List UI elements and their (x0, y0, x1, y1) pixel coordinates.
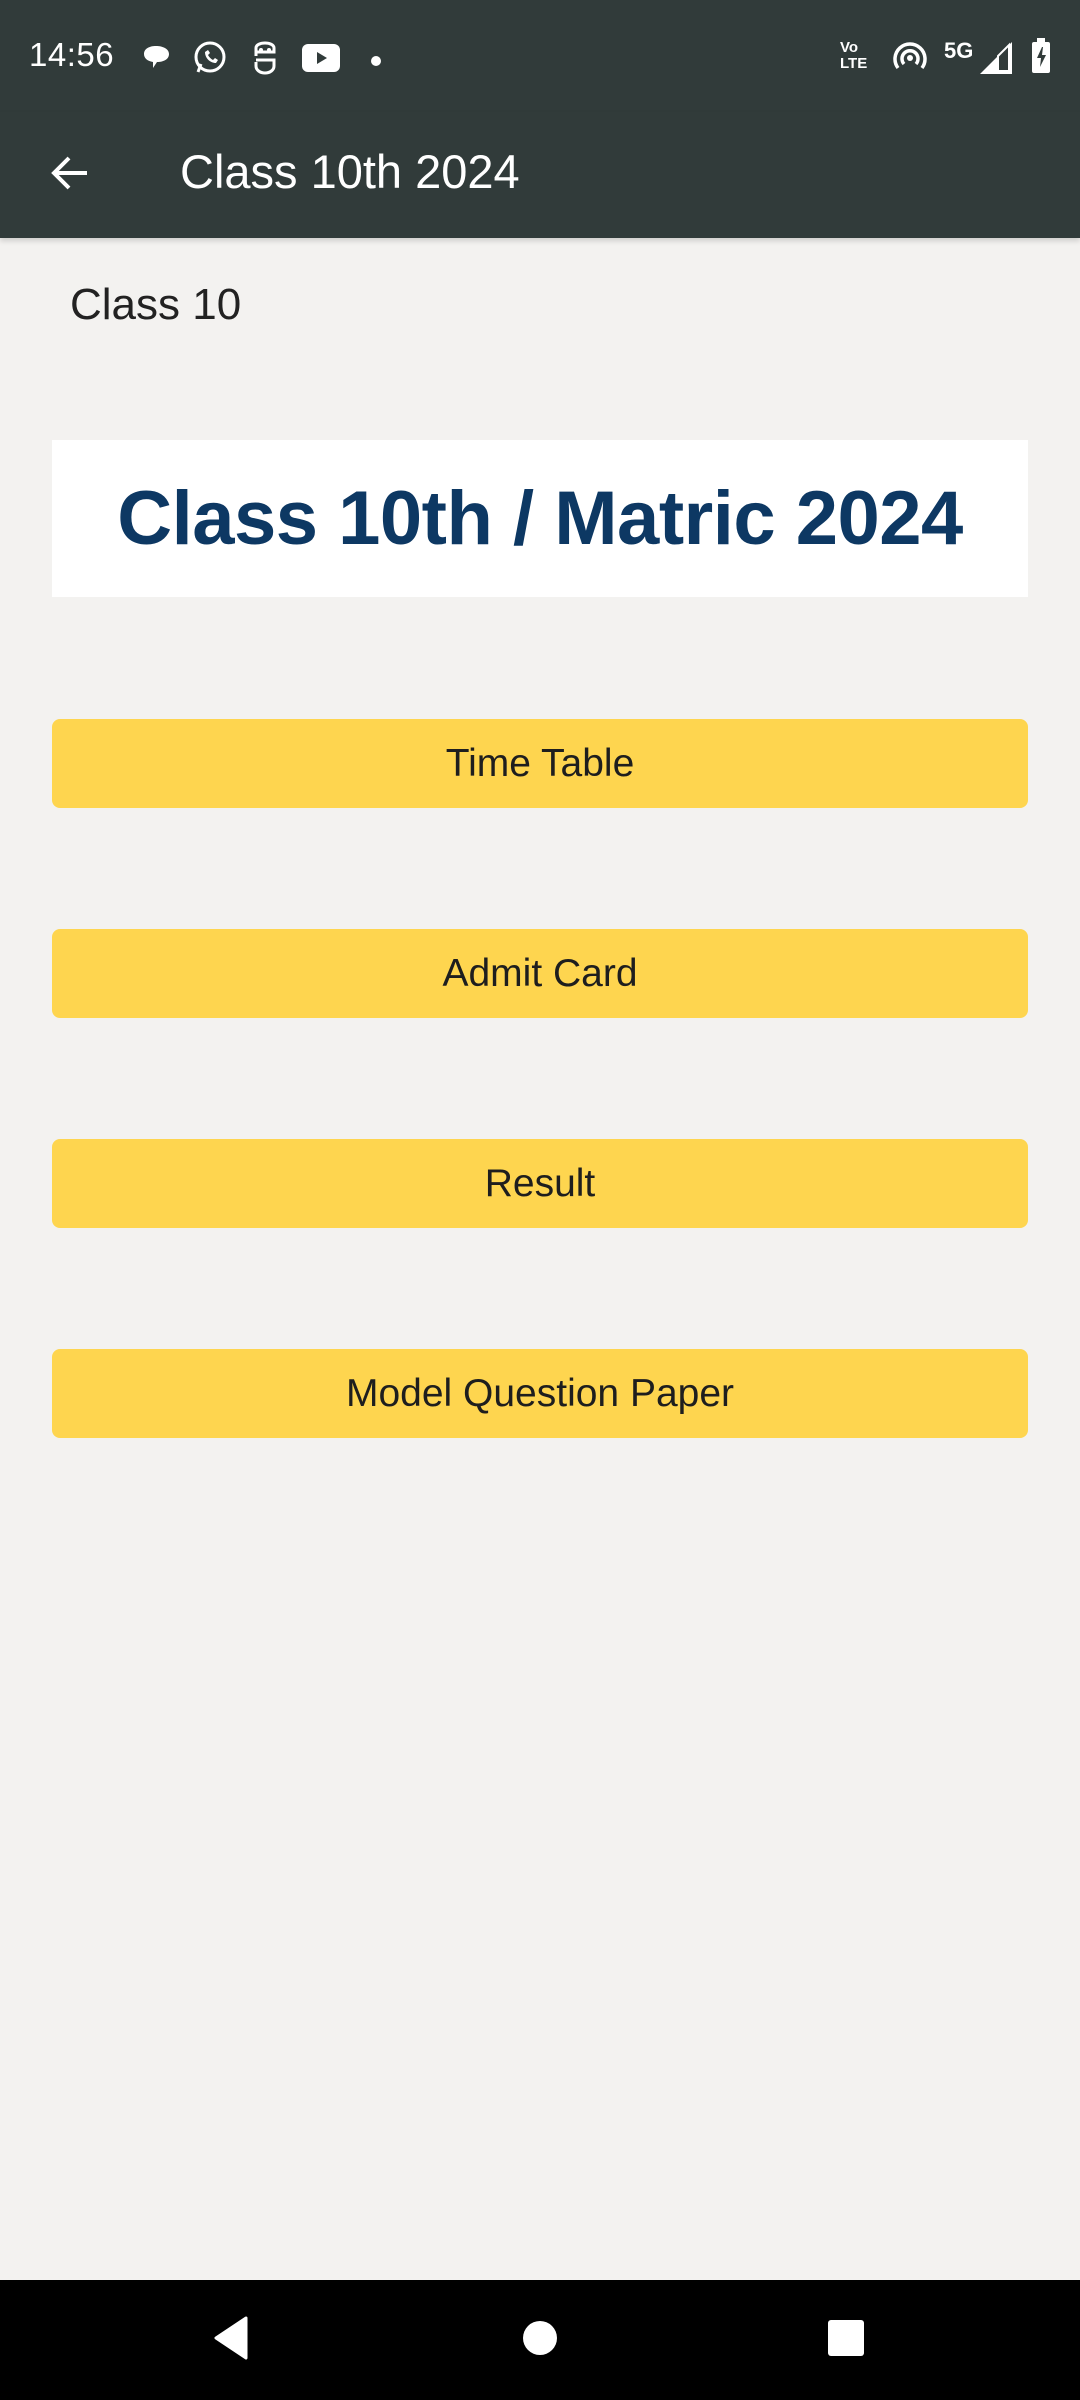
result-button[interactable]: Result (52, 1139, 1028, 1228)
messages-icon (140, 42, 174, 81)
app-notification-icon (250, 40, 280, 81)
back-icon (212, 2316, 252, 2365)
youtube-icon (302, 44, 340, 77)
admit-card-button[interactable]: Admit Card (52, 929, 1028, 1018)
section-label: Class 10 (70, 280, 242, 329)
navigation-bar (0, 2280, 1080, 2400)
more-dot-icon (371, 53, 381, 71)
page-title: Class 10th 2024 (180, 145, 520, 198)
nav-back-button[interactable] (172, 2280, 292, 2400)
nav-home-button[interactable] (480, 2280, 600, 2400)
back-button[interactable] (30, 142, 110, 208)
hotspot-icon (893, 40, 927, 77)
volte-bottom-text: LTE (840, 55, 868, 72)
model-question-paper-button[interactable]: Model Question Paper (52, 1349, 1028, 1438)
arrow-left-icon (49, 152, 91, 199)
status-bar: 14:56 Vo LTE 5G (0, 0, 1080, 112)
volte-top-text: Vo (840, 39, 859, 56)
banner: Class 10th / Matric 2024 (52, 440, 1028, 597)
battery-charging-icon (1031, 38, 1051, 79)
5g-icon: 5G (944, 38, 974, 63)
nav-recents-button[interactable] (786, 2280, 906, 2400)
recents-icon (827, 2319, 865, 2362)
home-icon (521, 2319, 559, 2362)
volte-icon: Vo LTE (840, 40, 880, 72)
banner-text: Class 10th / Matric 2024 (117, 476, 963, 561)
time-table-button[interactable]: Time Table (52, 719, 1028, 808)
status-time: 14:56 (29, 36, 115, 73)
signal-icon (980, 42, 1012, 79)
app-bar: Class 10th 2024 (0, 112, 1080, 238)
whatsapp-icon (192, 40, 228, 81)
